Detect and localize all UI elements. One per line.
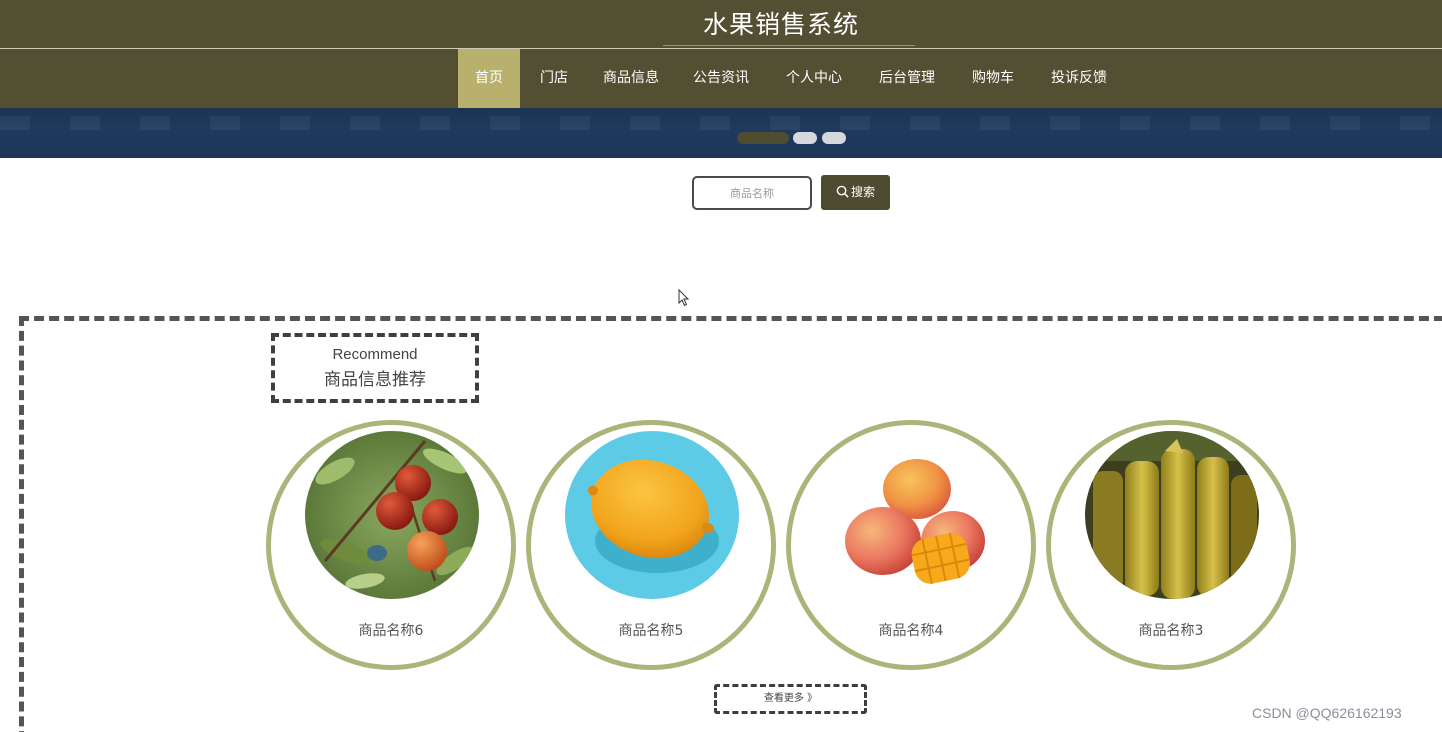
product-name[interactable]: 商品名称5 xyxy=(531,620,771,640)
recommend-title-cn: 商品信息推荐 xyxy=(324,370,426,390)
product-image-lemon[interactable] xyxy=(565,431,739,599)
carousel-dot-3[interactable] xyxy=(822,132,846,144)
product-card[interactable]: 商品名称3 xyxy=(1046,420,1296,670)
nav-item-feedback[interactable]: 投诉反馈 xyxy=(1042,49,1116,108)
product-card[interactable]: 商品名称6 xyxy=(266,420,516,670)
nav-item-products[interactable]: 商品信息 xyxy=(594,49,668,108)
banner-image xyxy=(0,116,1442,130)
main-nav: 首页 门店 商品信息 公告资讯 个人中心 后台管理 购物车 投诉反馈 xyxy=(0,49,1442,108)
page: 水果销售系统 首页 门店 商品信息 公告资讯 个人中心 后台管理 购物车 投诉反… xyxy=(0,0,1442,732)
product-image-starfruit[interactable] xyxy=(1085,431,1259,599)
site-title: 水果销售系统 xyxy=(702,10,859,39)
nav-item-profile[interactable]: 个人中心 xyxy=(777,49,851,108)
product-name[interactable]: 商品名称4 xyxy=(791,620,1031,640)
search-button[interactable]: 搜索 xyxy=(821,175,890,210)
site-header: 水果销售系统 xyxy=(0,0,1442,48)
banner-carousel xyxy=(0,108,1442,158)
product-card[interactable]: 商品名称4 xyxy=(786,420,1036,670)
carousel-dot-2[interactable] xyxy=(793,132,817,144)
view-more-button[interactable]: 查看更多 》 xyxy=(714,684,867,714)
search-button-label: 搜索 xyxy=(850,185,875,199)
search-input[interactable] xyxy=(692,176,812,210)
title-underline xyxy=(663,45,915,46)
recommend-title: Recommend 商品信息推荐 xyxy=(271,333,479,403)
nav-item-admin[interactable]: 后台管理 xyxy=(870,49,944,108)
mouse-cursor-icon xyxy=(678,288,690,311)
carousel-dot-1[interactable] xyxy=(737,132,789,144)
product-image-mango[interactable] xyxy=(825,431,999,599)
nav-item-home[interactable]: 首页 xyxy=(458,49,520,108)
search-icon xyxy=(836,185,851,199)
recommend-title-en: Recommend xyxy=(332,346,418,363)
product-name[interactable]: 商品名称6 xyxy=(271,620,511,640)
product-name[interactable]: 商品名称3 xyxy=(1051,620,1291,640)
product-card[interactable]: 商品名称5 xyxy=(526,420,776,670)
nav-item-store[interactable]: 门店 xyxy=(530,49,578,108)
product-image-red-dates[interactable] xyxy=(305,431,479,599)
watermark: CSDN @QQ626162193 xyxy=(1252,705,1402,721)
nav-item-news[interactable]: 公告资讯 xyxy=(684,49,758,108)
nav-item-cart[interactable]: 购物车 xyxy=(963,49,1023,108)
